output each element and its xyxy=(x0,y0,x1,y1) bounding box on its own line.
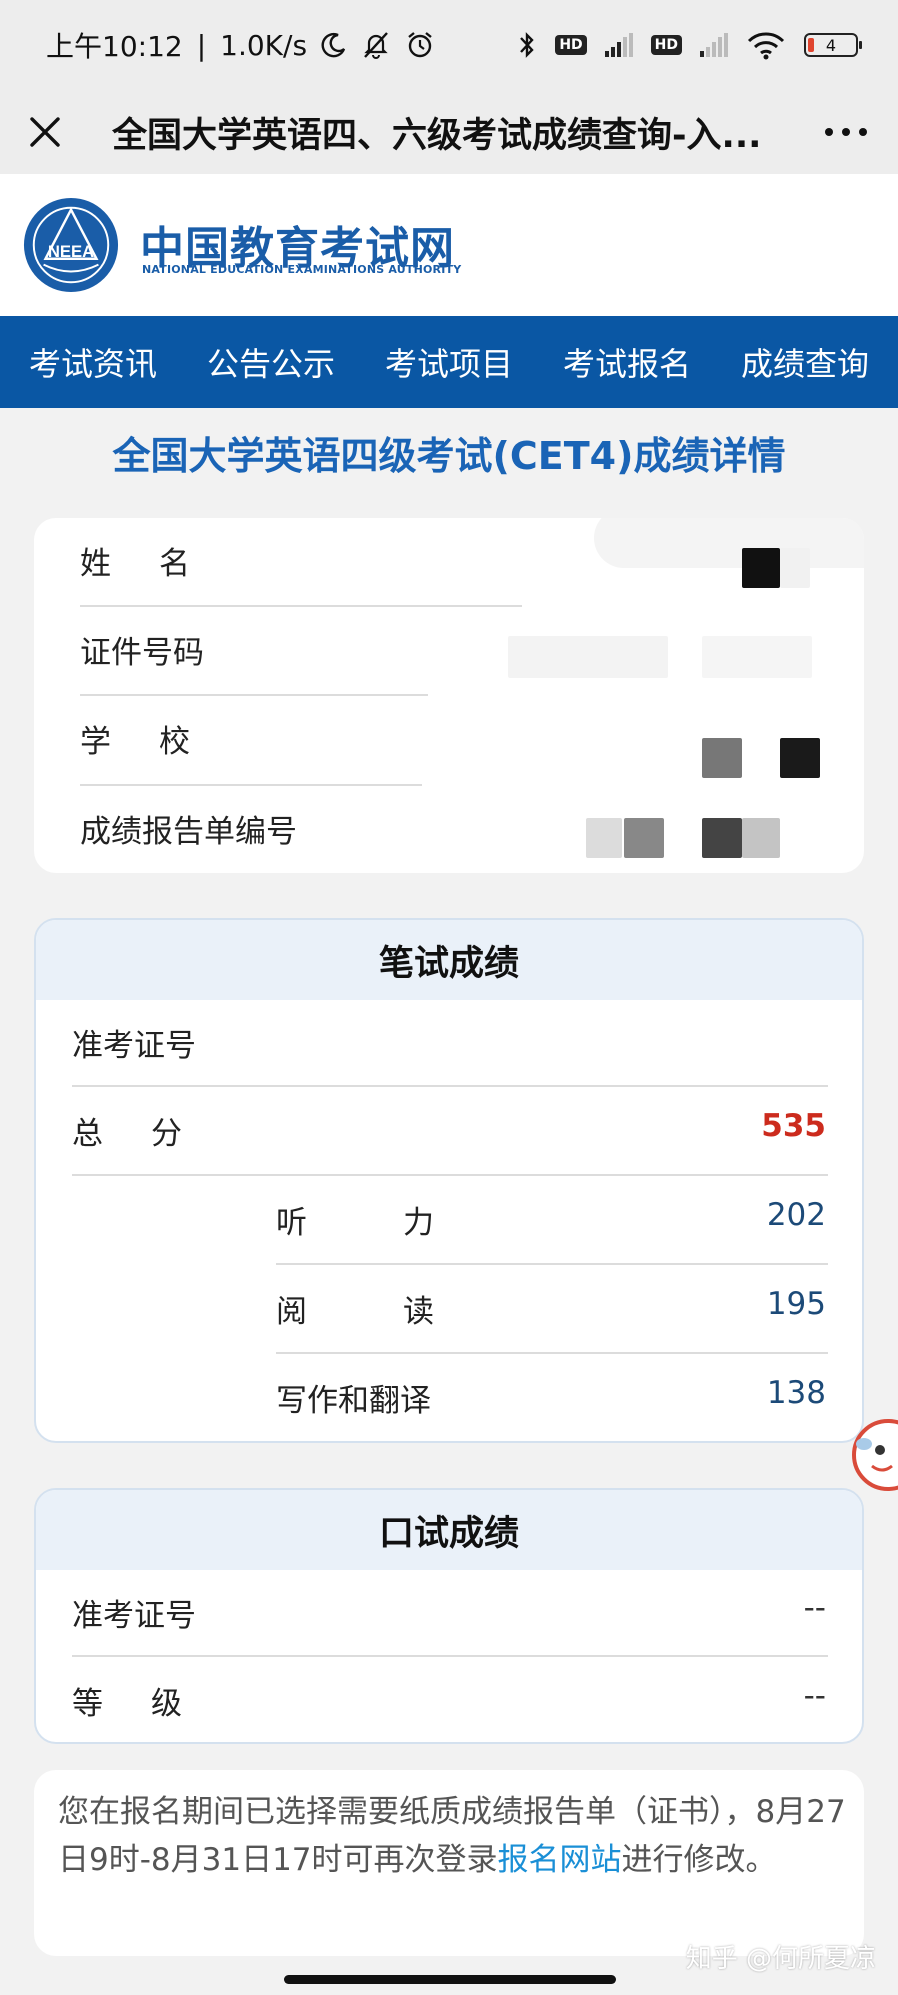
notice-text-after: 进行修改。 xyxy=(621,1842,777,1878)
site-header: NEEA 中国教育考试网 NATIONAL EDUCATION EXAMINAT… xyxy=(0,174,898,316)
logo-emblem-text: NEEA xyxy=(48,242,94,261)
writing-translation-score-value: 138 xyxy=(766,1375,826,1411)
nav-item-announcements[interactable]: 公告公示 xyxy=(207,339,335,385)
more-icon xyxy=(825,128,867,136)
battery-level: 4 xyxy=(825,35,837,55)
oral-ticket-label: 准考证号 xyxy=(72,1598,196,1634)
report-number-label: 成绩报告单编号 xyxy=(80,814,297,850)
hd-badge-2: HD xyxy=(650,35,682,55)
nav-item-exam-projects[interactable]: 考试项目 xyxy=(385,339,513,385)
school-redaction-2 xyxy=(780,738,820,778)
site-name-en: NATIONAL EDUCATION EXAMINATIONS AUTHORIT… xyxy=(142,263,462,276)
total-score-value: 535 xyxy=(761,1108,826,1144)
report-redaction xyxy=(586,818,622,858)
personal-info-card: 姓名 证件号码 学校 成绩报告单编号 xyxy=(34,518,864,873)
listening-score-value: 202 xyxy=(766,1197,826,1233)
divider xyxy=(72,1174,828,1176)
close-icon xyxy=(30,117,60,147)
reading-label: 阅读 xyxy=(276,1294,530,1330)
school-label: 学校 xyxy=(80,724,238,760)
status-right: HD HD 4 xyxy=(517,30,862,60)
name-redaction xyxy=(742,548,780,588)
status-divider: | xyxy=(196,28,207,62)
divider xyxy=(80,694,428,696)
school-redaction xyxy=(702,738,742,778)
main-nav: 考试资讯 公告公示 考试项目 考试报名 成绩查询 xyxy=(0,316,898,408)
blur-smear xyxy=(576,1000,862,1092)
hd-badge: HD xyxy=(555,35,587,55)
watermark: 知乎 @何所夏凉 xyxy=(685,1944,876,1974)
written-score-card: 笔试成绩 准考证号 总分 535 听力 202 阅读 195 写作和翻译 138 xyxy=(34,918,864,1443)
more-button[interactable] xyxy=(818,111,868,153)
alarm-icon xyxy=(405,30,435,60)
report-redaction-4 xyxy=(742,818,780,858)
bluetooth-icon xyxy=(517,30,537,60)
result-heading: 全国大学英语四级考试(CET4)成绩详情 xyxy=(112,434,786,478)
written-score-title: 笔试成绩 xyxy=(36,920,862,1000)
neea-logo-icon[interactable]: NEEA xyxy=(22,196,120,294)
id-redaction-2 xyxy=(702,636,812,678)
status-time: 上午10:12 xyxy=(46,30,183,63)
divider xyxy=(72,1655,828,1657)
name-redaction-2 xyxy=(780,548,810,588)
total-score-label: 总分 xyxy=(72,1116,230,1152)
status-bar: 上午10:12 | 1.0K/s HD HD 4 xyxy=(0,0,898,90)
written-ticket-label: 准考证号 xyxy=(72,1028,196,1064)
notice-card: 您在报名期间已选择需要纸质成绩报告单（证书），8月27日9时-8月31日17时可… xyxy=(34,1770,864,1956)
listening-label: 听力 xyxy=(276,1205,530,1241)
oral-score-card: 口试成绩 准考证号 -- 等级 -- xyxy=(34,1488,864,1744)
moon-icon xyxy=(321,32,347,58)
floating-assistant-icon[interactable] xyxy=(850,1400,898,1510)
oral-ticket-value: -- xyxy=(803,1590,826,1626)
notice-text: 您在报名期间已选择需要纸质成绩报告单（证书），8月27日9时-8月31日17时可… xyxy=(58,1788,848,1884)
title-bar: 全国大学英语四、六级考试成绩查询-入... xyxy=(0,90,898,174)
page-title: 全国大学英语四、六级考试成绩查询-入... xyxy=(112,115,762,156)
id-number-label: 证件号码 xyxy=(80,635,204,671)
battery-icon: 4 xyxy=(804,33,862,57)
nav-item-exam-news[interactable]: 考试资讯 xyxy=(29,339,157,385)
writing-translation-label: 写作和翻译 xyxy=(276,1383,431,1419)
nav-item-registration[interactable]: 考试报名 xyxy=(563,339,691,385)
report-redaction-3 xyxy=(702,818,742,858)
report-redaction-2 xyxy=(624,818,664,858)
reading-score-value: 195 xyxy=(766,1286,826,1322)
status-speed: 1.0K/s xyxy=(220,28,308,62)
id-redaction xyxy=(508,636,668,678)
status-left: 上午10:12 | 1.0K/s xyxy=(46,25,435,65)
blur-smear xyxy=(594,518,864,568)
divider xyxy=(276,1263,828,1265)
name-label: 姓名 xyxy=(80,546,238,582)
nav-item-score-query[interactable]: 成绩查询 xyxy=(741,339,869,385)
divider xyxy=(72,1085,828,1087)
divider xyxy=(80,605,522,607)
signal-icon xyxy=(604,33,633,57)
oral-grade-value: -- xyxy=(803,1678,826,1714)
home-indicator[interactable] xyxy=(284,1975,616,1984)
close-button[interactable] xyxy=(24,111,66,153)
signal-icon-2 xyxy=(700,33,728,57)
oral-score-title: 口试成绩 xyxy=(36,1490,862,1570)
oral-grade-label: 等级 xyxy=(72,1686,230,1722)
divider xyxy=(80,784,422,786)
divider xyxy=(276,1352,828,1354)
wifi-icon xyxy=(746,30,786,60)
mute-bell-icon xyxy=(361,30,391,60)
registration-site-link[interactable]: 报名网站 xyxy=(498,1842,622,1878)
